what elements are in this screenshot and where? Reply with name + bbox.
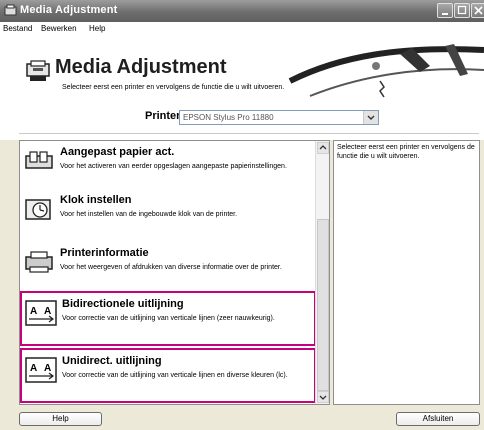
svg-text:A: A bbox=[44, 363, 51, 374]
page-subtitle: Selecteer eerst een printer en vervolgen… bbox=[62, 84, 285, 91]
menu-bestand[interactable]: Bestand bbox=[3, 24, 32, 33]
media-adjustment-logo-icon bbox=[26, 60, 50, 81]
menu-bar: Bestand Bewerken Help bbox=[0, 22, 484, 36]
title-bar: Media Adjustment bbox=[0, 0, 484, 22]
minimize-icon bbox=[442, 13, 448, 15]
item-description: Voor het weergeven of afdrukken van dive… bbox=[60, 264, 282, 271]
list-item-bidirectionele-uitlijning[interactable]: A A Bidirectionele uitlijning Voor corre… bbox=[20, 291, 316, 346]
menu-bewerken[interactable]: Bewerken bbox=[41, 24, 77, 33]
chevron-down-icon bbox=[367, 115, 375, 120]
menu-help[interactable]: Help bbox=[89, 24, 105, 33]
function-list: Aangepast papier act. Voor het activeren… bbox=[19, 140, 330, 405]
close-icon bbox=[474, 6, 483, 15]
media-adjustment-window: Media Adjustment Bestand Bewerken Help M… bbox=[0, 0, 484, 430]
item-title: Klok instellen bbox=[60, 194, 132, 206]
list-scrollbar[interactable] bbox=[315, 141, 329, 404]
maximize-icon bbox=[457, 5, 467, 15]
app-icon bbox=[4, 4, 17, 16]
item-description: Voor correctie van de uitlijning van ver… bbox=[62, 372, 288, 379]
list-item-unidirect-uitlijning[interactable]: A A Unidirect. uitlijning Voor correctie… bbox=[20, 348, 316, 403]
item-description: Voor correctie van de uitlijning van ver… bbox=[62, 315, 275, 322]
item-title: Printerinformatie bbox=[60, 247, 149, 259]
maximize-button[interactable] bbox=[454, 3, 470, 18]
clock-icon bbox=[25, 199, 51, 220]
paper-icon bbox=[25, 151, 53, 169]
item-description: Voor het activeren van eerder opgeslagen… bbox=[60, 163, 287, 170]
alignment-icon: A A bbox=[25, 357, 57, 383]
window-close-button[interactable] bbox=[471, 3, 484, 18]
item-title: Aangepast papier act. bbox=[60, 146, 175, 158]
chevron-down-icon bbox=[319, 395, 327, 400]
help-button[interactable]: Help bbox=[19, 412, 102, 426]
item-title: Bidirectionele uitlijning bbox=[62, 298, 184, 310]
printer-select-value: EPSON Stylus Pro 11880 bbox=[183, 113, 274, 122]
header-divider bbox=[19, 133, 479, 134]
item-title: Unidirect. uitlijning bbox=[62, 355, 162, 367]
printer-icon bbox=[25, 251, 53, 273]
scroll-up-button[interactable] bbox=[317, 142, 329, 154]
scrollbar-thumb[interactable] bbox=[317, 219, 329, 391]
dropdown-button[interactable] bbox=[363, 111, 378, 124]
svg-text:A: A bbox=[44, 306, 51, 317]
list-item-klok-instellen[interactable]: Klok instellen Voor het instellen van de… bbox=[20, 189, 316, 249]
chevron-up-icon bbox=[319, 145, 327, 150]
svg-text:A: A bbox=[30, 363, 37, 374]
window-title: Media Adjustment bbox=[20, 4, 118, 16]
item-description: Voor het instellen van de ingebouwde klo… bbox=[60, 211, 238, 218]
minimize-button[interactable] bbox=[437, 3, 453, 18]
info-panel: Selecteer eerst een printer en vervolgen… bbox=[333, 140, 480, 405]
printer-select[interactable]: EPSON Stylus Pro 11880 bbox=[179, 110, 379, 125]
info-text: Selecteer eerst een printer en vervolgen… bbox=[337, 144, 475, 160]
printer-label: Printer bbox=[145, 110, 181, 122]
header: Media Adjustment Selecteer eerst een pri… bbox=[0, 36, 484, 140]
alignment-icon: A A bbox=[25, 300, 57, 326]
scroll-down-button[interactable] bbox=[317, 391, 329, 403]
svg-text:A: A bbox=[30, 306, 37, 317]
close-button[interactable]: Afsluiten bbox=[396, 412, 480, 426]
tools-illustration bbox=[288, 44, 484, 98]
page-title: Media Adjustment bbox=[55, 56, 227, 78]
